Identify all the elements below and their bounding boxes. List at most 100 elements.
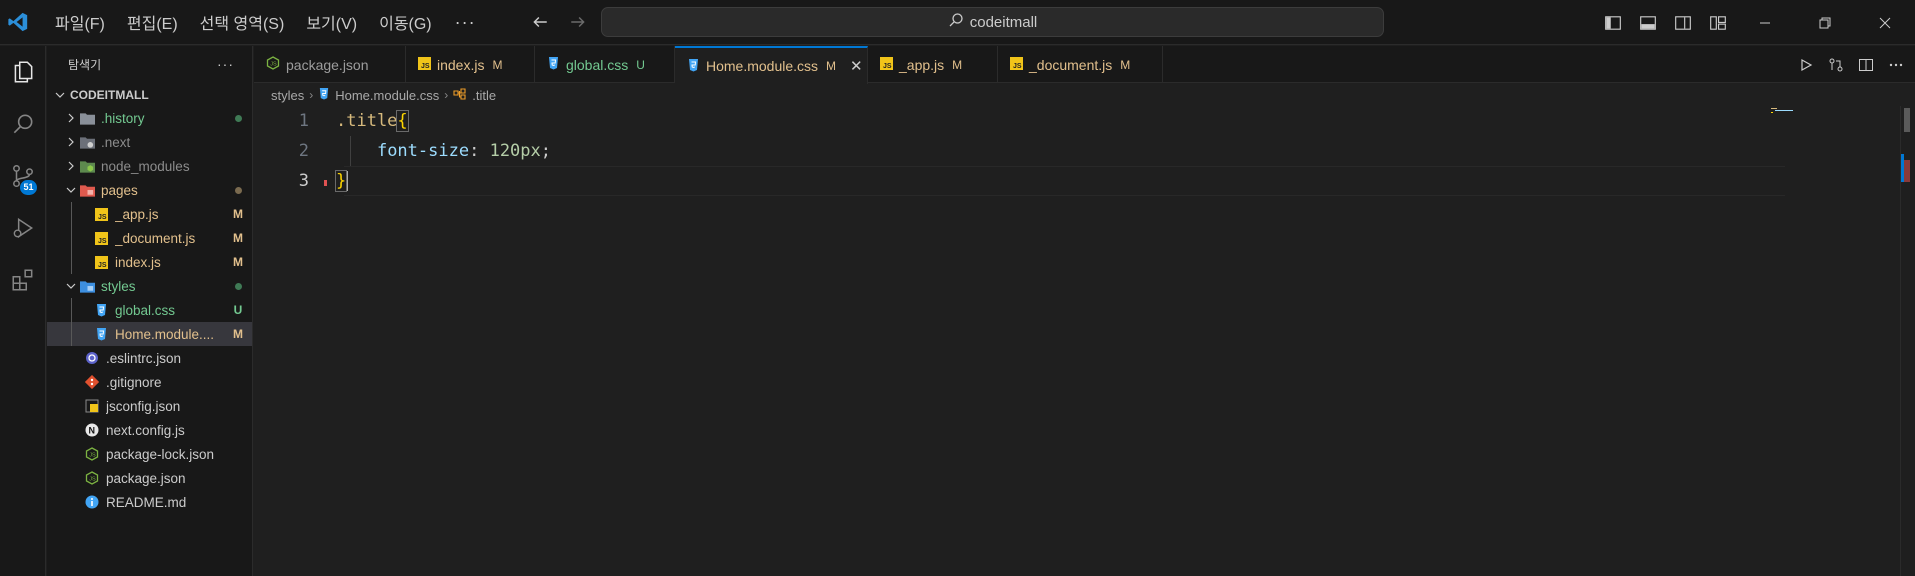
- command-center-search[interactable]: codeitmall: [601, 7, 1384, 37]
- tab-label: index.js: [437, 56, 485, 73]
- line-number: 3: [298, 171, 309, 191]
- minimize-button[interactable]: [1735, 0, 1795, 45]
- tree-file-eslintrc[interactable]: .eslintrc.json: [47, 346, 252, 370]
- svg-text:JS: JS: [1013, 63, 1022, 70]
- search-view-icon[interactable]: [0, 98, 46, 150]
- tab-home-module-css[interactable]: Home.module.css M ✕: [675, 46, 868, 84]
- menu-file[interactable]: 파일(F): [44, 0, 116, 45]
- chevron-down-icon: [52, 90, 68, 100]
- explorer-icon[interactable]: [0, 46, 46, 98]
- tree-folder-history[interactable]: .history: [47, 106, 252, 130]
- search-text: codeitmall: [969, 13, 1038, 31]
- nodejs-file-icon: JS: [84, 446, 100, 462]
- jsconfig-file-icon: [84, 398, 100, 414]
- toggle-primary-sidebar-icon[interactable]: [1603, 13, 1623, 33]
- activity-bar: 51: [0, 46, 46, 576]
- tree-label: jsconfig.json: [106, 398, 181, 414]
- split-editor-icon[interactable]: [1857, 56, 1875, 74]
- close-tab-icon[interactable]: ✕: [850, 57, 863, 75]
- tree-file-home-module-css[interactable]: Home.module.... M: [47, 322, 252, 346]
- forward-arrow-icon[interactable]: [566, 10, 590, 34]
- back-arrow-icon[interactable]: [528, 10, 552, 34]
- project-name: CODEITMALL: [70, 88, 149, 102]
- run-debug-icon[interactable]: [0, 202, 46, 254]
- tab-status: M: [826, 59, 837, 73]
- tab-app-js[interactable]: JS _app.js M: [868, 46, 998, 83]
- more-actions-icon[interactable]: [1887, 56, 1905, 74]
- editor-scrollbar[interactable]: [1901, 106, 1915, 576]
- tree-file-index-js[interactable]: JS index.js M: [47, 250, 252, 274]
- css-file-icon: [318, 87, 330, 103]
- code-editor[interactable]: 1 .title{ 2 font-size: 120px; 3 }: [254, 106, 1915, 576]
- git-status: M: [233, 327, 243, 341]
- menu-view[interactable]: 보기(V): [295, 0, 368, 45]
- tree-folder-node-modules[interactable]: node_modules: [47, 154, 252, 178]
- menu-selection[interactable]: 선택 영역(S): [189, 0, 296, 45]
- nodejs-file-icon: JS: [84, 470, 100, 486]
- svg-text:JS: JS: [270, 62, 277, 68]
- chevron-right-icon: [63, 161, 79, 171]
- tree-file-next-config[interactable]: N next.config.js: [47, 418, 252, 442]
- breadcrumb-symbol[interactable]: .title: [472, 88, 496, 103]
- source-control-icon[interactable]: 51: [0, 150, 46, 202]
- css-file-icon: [93, 302, 109, 318]
- tree-label: node_modules: [101, 158, 190, 174]
- git-status: M: [233, 207, 243, 221]
- tree-file-app-js[interactable]: JS _app.js M: [47, 202, 252, 226]
- breadcrumb-folder[interactable]: styles: [271, 88, 304, 103]
- javascript-file-icon: JS: [93, 206, 109, 222]
- explorer-sidebar: 탐색기 ··· CODEITMALL .history .next node_m…: [47, 46, 253, 576]
- svg-text:JS: JS: [421, 63, 430, 70]
- tab-document-js[interactable]: JS _document.js M: [998, 46, 1163, 83]
- tab-package-json[interactable]: JS package.json: [254, 46, 406, 83]
- chevron-right-icon: [63, 113, 79, 123]
- menu-edit[interactable]: 편집(E): [116, 0, 189, 45]
- tree-file-package-lock[interactable]: JS package-lock.json: [47, 442, 252, 466]
- nextjs-file-icon: N: [84, 422, 100, 438]
- minimap[interactable]: [1771, 108, 1795, 114]
- javascript-file-icon: JS: [93, 254, 109, 270]
- restore-button[interactable]: [1795, 0, 1855, 45]
- close-window-button[interactable]: [1855, 0, 1915, 45]
- project-section-header[interactable]: CODEITMALL: [47, 84, 252, 106]
- css-file-icon: [687, 58, 700, 75]
- tree-file-jsconfig[interactable]: jsconfig.json: [47, 394, 252, 418]
- explorer-more-button[interactable]: ···: [217, 56, 234, 72]
- run-icon[interactable]: [1797, 56, 1815, 74]
- tab-label: package.json: [286, 56, 369, 73]
- git-status: M: [233, 231, 243, 245]
- tree-file-readme[interactable]: README.md: [47, 490, 252, 514]
- tree-label: _app.js: [115, 206, 159, 222]
- tree-folder-styles[interactable]: styles: [47, 274, 252, 298]
- tree-folder-next[interactable]: .next: [47, 130, 252, 154]
- tree-file-global-css[interactable]: global.css U: [47, 298, 252, 322]
- tree-file-document-js[interactable]: JS _document.js M: [47, 226, 252, 250]
- tree-label: _document.js: [115, 230, 196, 246]
- css-file-icon: [93, 326, 109, 342]
- chevron-right-icon: ›: [309, 88, 314, 102]
- menu-more-button[interactable]: ···: [443, 0, 488, 45]
- menu-go[interactable]: 이동(G): [368, 0, 443, 45]
- tab-label: _app.js: [899, 56, 945, 73]
- tab-index-js[interactable]: JS index.js M: [406, 46, 535, 83]
- extensions-icon[interactable]: [0, 254, 46, 306]
- scrollbar-thumb[interactable]: [1904, 108, 1910, 132]
- code-line-2: 2 font-size: 120px;: [254, 136, 1915, 166]
- toggle-panel-icon[interactable]: [1638, 13, 1658, 33]
- info-icon: [84, 494, 100, 510]
- search-icon: [948, 12, 964, 32]
- open-brace: {: [396, 110, 409, 132]
- toggle-secondary-sidebar-icon[interactable]: [1673, 13, 1693, 33]
- open-changes-icon[interactable]: [1827, 56, 1845, 74]
- tree-folder-pages[interactable]: pages: [47, 178, 252, 202]
- line-number: 2: [298, 141, 309, 161]
- tab-global-css[interactable]: global.css U: [535, 46, 675, 83]
- vscode-logo-icon: [0, 0, 36, 45]
- tab-label: _document.js: [1029, 56, 1113, 73]
- breadcrumb-file[interactable]: Home.module.css: [335, 88, 439, 103]
- svg-text:N: N: [89, 426, 96, 436]
- tree-file-gitignore[interactable]: .gitignore: [47, 370, 252, 394]
- line-number: 1: [298, 111, 309, 131]
- tree-file-package-json[interactable]: JS package.json: [47, 466, 252, 490]
- customize-layout-icon[interactable]: [1708, 13, 1728, 33]
